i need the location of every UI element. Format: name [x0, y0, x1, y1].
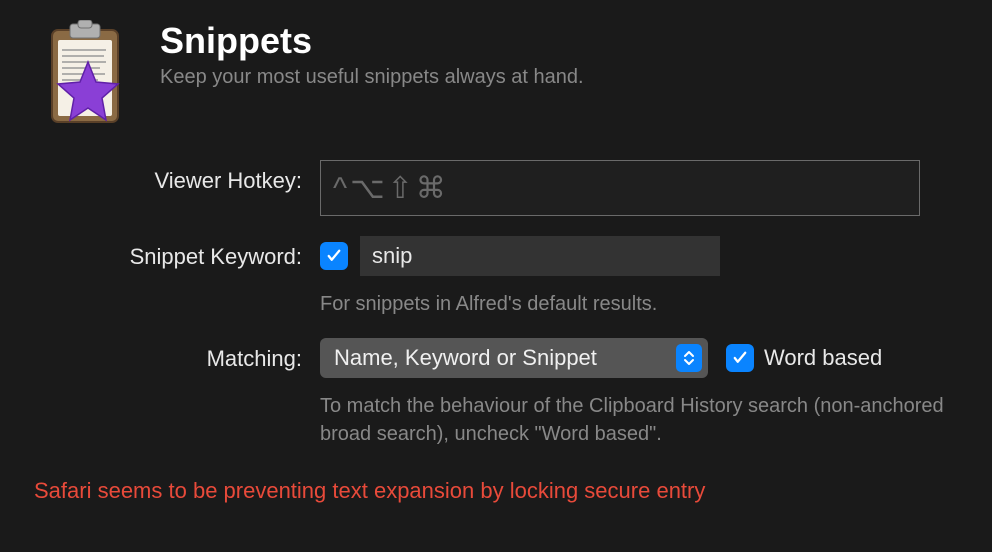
snippet-keyword-help: For snippets in Alfred's default results…	[320, 290, 952, 318]
matching-help: To match the behaviour of the Clipboard …	[320, 392, 952, 448]
word-based-checkbox[interactable]	[726, 344, 754, 372]
header: Snippets Keep your most useful snippets …	[0, 0, 992, 140]
snippet-keyword-checkbox[interactable]	[320, 242, 348, 270]
viewer-hotkey-input[interactable]: ^⌥⇧⌘	[320, 160, 920, 216]
word-based-label: Word based	[764, 345, 882, 371]
checkmark-icon	[731, 349, 749, 367]
page-title: Snippets	[160, 20, 584, 62]
snippets-clipboard-icon	[30, 20, 140, 130]
snippet-keyword-input[interactable]	[360, 236, 720, 276]
checkmark-icon	[325, 247, 343, 265]
hotkey-modifier-symbols: ^⌥⇧⌘	[333, 171, 449, 206]
matching-row: Matching: Name, Keyword or Snippet	[40, 338, 952, 448]
secure-entry-warning: Safari seems to be preventing text expan…	[0, 468, 992, 514]
form: Viewer Hotkey: ^⌥⇧⌘ Snippet Keyword: For…	[0, 140, 992, 448]
chevron-up-icon	[683, 350, 695, 358]
page-subtitle: Keep your most useful snippets always at…	[160, 66, 584, 89]
header-text: Snippets Keep your most useful snippets …	[160, 20, 584, 89]
viewer-hotkey-label: Viewer Hotkey:	[40, 160, 320, 194]
snippet-keyword-label: Snippet Keyword:	[40, 236, 320, 270]
snippet-keyword-row: Snippet Keyword: For snippets in Alfred'…	[40, 236, 952, 318]
viewer-hotkey-row: Viewer Hotkey: ^⌥⇧⌘	[40, 160, 952, 216]
chevron-down-icon	[683, 358, 695, 366]
word-based-option[interactable]: Word based	[726, 344, 882, 372]
matching-select[interactable]: Name, Keyword or Snippet	[320, 338, 708, 378]
matching-label: Matching:	[40, 338, 320, 372]
matching-select-value: Name, Keyword or Snippet	[334, 345, 597, 371]
select-arrows-icon	[676, 344, 702, 372]
